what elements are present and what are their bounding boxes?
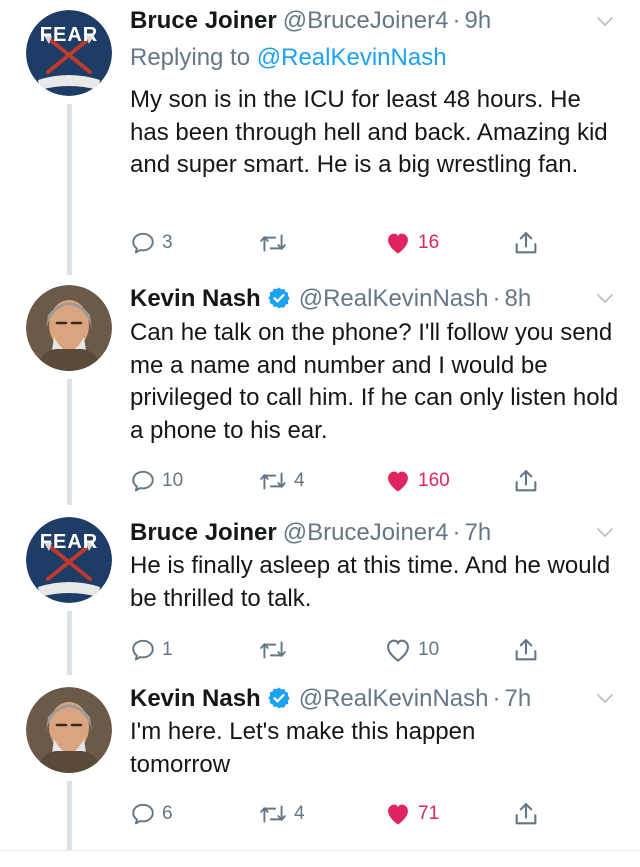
- reply-button[interactable]: 3: [130, 227, 173, 259]
- heart-filled-icon: [384, 229, 412, 257]
- reply-icon: [130, 801, 156, 827]
- like-count: 10: [418, 639, 440, 660]
- tweet-actions: 1 10: [130, 634, 550, 666]
- author-name[interactable]: Kevin Nash: [130, 685, 261, 712]
- tweet[interactable]: FEAR Bruce Joiner @BruceJoiner4 · 7h He is …: [0, 505, 640, 675]
- separator-dot: ·: [492, 285, 501, 312]
- retweet-count: 4: [294, 470, 305, 491]
- share-button[interactable]: [512, 227, 540, 259]
- tweet-header: Bruce Joiner @BruceJoiner4 · 7h: [130, 518, 491, 548]
- like-button[interactable]: 160: [384, 465, 450, 497]
- tweet-actions: 3 16: [130, 227, 550, 259]
- share-icon: [512, 800, 540, 828]
- tweet-text: My son is in the ICU for least 48 hours.…: [130, 86, 608, 178]
- verified-badge-icon: [267, 686, 291, 710]
- author-name[interactable]: Kevin Nash: [130, 285, 261, 312]
- like-button[interactable]: 10: [384, 634, 439, 666]
- reply-button[interactable]: 10: [130, 465, 183, 497]
- author-handle[interactable]: @BruceJoiner4: [283, 519, 449, 546]
- share-icon: [512, 229, 540, 257]
- like-button[interactable]: 71: [384, 798, 439, 830]
- reply-count: 1: [162, 639, 173, 660]
- replying-to-link[interactable]: @RealKevinNash: [257, 44, 447, 71]
- tweet-time[interactable]: 9h: [465, 7, 492, 34]
- fear-the-hunt-logo-icon[interactable]: FEAR: [26, 517, 112, 603]
- like-count: 71: [418, 803, 440, 824]
- heart-filled-icon: [384, 467, 412, 495]
- tweet[interactable]: Kevin Nash @RealKevinNash · 8h Can he talk …: [0, 275, 640, 505]
- author-name[interactable]: Bruce Joiner: [130, 519, 277, 546]
- tweet-text: He is finally asleep at this time. And h…: [130, 552, 611, 612]
- reply-count: 3: [162, 232, 173, 253]
- fear-the-hunt-logo-icon[interactable]: FEAR: [26, 10, 112, 96]
- tweet-text: I'm here. Let's make this happen tomorro…: [130, 718, 476, 778]
- tweet-text: Can he talk on the phone? I'll follow yo…: [130, 319, 619, 444]
- tweet-header: Bruce Joiner @BruceJoiner4 · 9h: [130, 6, 491, 36]
- reply-count: 6: [162, 803, 173, 824]
- chevron-down-icon[interactable]: [596, 16, 614, 28]
- author-handle[interactable]: @RealKevinNash: [299, 685, 489, 712]
- reply-button[interactable]: 6: [130, 798, 173, 830]
- verified-badge-icon: [267, 286, 291, 310]
- reply-button[interactable]: 1: [130, 634, 173, 666]
- share-icon: [512, 636, 540, 664]
- author-handle[interactable]: @BruceJoiner4: [283, 7, 449, 34]
- avatar-logo-text: FEAR: [39, 531, 99, 553]
- share-button[interactable]: [512, 465, 540, 497]
- thread-connector: [67, 611, 72, 675]
- thread-connector: [67, 781, 72, 850]
- author-name[interactable]: Bruce Joiner: [130, 7, 277, 34]
- tweet-header: Kevin Nash @RealKevinNash · 7h: [130, 684, 531, 714]
- reply-icon: [130, 230, 156, 256]
- separator-dot: ·: [492, 685, 501, 712]
- author-handle[interactable]: @RealKevinNash: [299, 285, 489, 312]
- tweet-header: Kevin Nash @RealKevinNash · 8h: [130, 284, 531, 314]
- chevron-down-icon[interactable]: [596, 293, 614, 305]
- separator-dot: ·: [452, 519, 461, 546]
- divider: [0, 850, 640, 851]
- tweet-time[interactable]: 8h: [505, 285, 532, 312]
- tweet-time[interactable]: 7h: [465, 519, 492, 546]
- kevin-nash-avatar-icon[interactable]: [26, 285, 112, 371]
- retweet-icon: [258, 468, 288, 494]
- retweet-button[interactable]: 4: [258, 465, 305, 497]
- share-button[interactable]: [512, 634, 540, 666]
- tweet[interactable]: Kevin Nash @RealKevinNash · 7h I'm here. Le…: [0, 675, 640, 850]
- reply-icon: [130, 468, 156, 494]
- retweet-button[interactable]: 4: [258, 798, 305, 830]
- retweet-count: 4: [294, 803, 305, 824]
- share-button[interactable]: [512, 798, 540, 830]
- like-count: 160: [418, 470, 450, 491]
- retweet-icon: [258, 637, 288, 663]
- like-count: 16: [418, 232, 440, 253]
- replying-to: Replying to @RealKevinNash: [130, 43, 447, 73]
- share-icon: [512, 467, 540, 495]
- avatar-logo-text: FEAR: [39, 24, 99, 46]
- retweet-icon: [258, 801, 288, 827]
- kevin-nash-avatar-icon[interactable]: [26, 687, 112, 773]
- tweet-time[interactable]: 7h: [505, 685, 532, 712]
- retweet-button[interactable]: [258, 227, 294, 259]
- reply-count: 10: [162, 470, 184, 491]
- retweet-icon: [258, 230, 288, 256]
- tweet[interactable]: FEAR Bruce Joiner @BruceJoiner4 · 9h Replyi…: [0, 0, 640, 275]
- thread-connector: [67, 104, 72, 275]
- like-button[interactable]: 16: [384, 227, 439, 259]
- heart-outline-icon: [384, 636, 412, 664]
- replying-to-prefix: Replying to: [130, 44, 251, 71]
- thread-connector: [67, 379, 72, 505]
- chevron-down-icon[interactable]: [596, 693, 614, 705]
- chevron-down-icon[interactable]: [596, 527, 614, 539]
- reply-icon: [130, 637, 156, 663]
- retweet-button[interactable]: [258, 634, 294, 666]
- heart-filled-icon: [384, 800, 412, 828]
- separator-dot: ·: [452, 7, 461, 34]
- tweet-actions: 6 4 71: [130, 798, 550, 830]
- tweet-actions: 10 4 160: [130, 465, 550, 497]
